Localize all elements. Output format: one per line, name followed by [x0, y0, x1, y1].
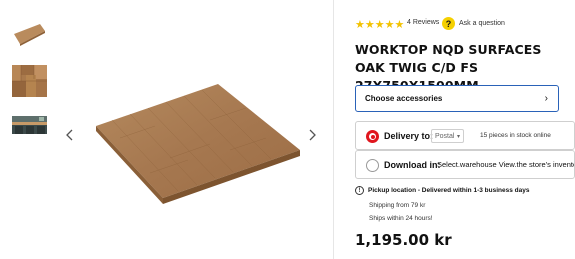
pickup-label: Pickup location - Delivered within 1-3 b… [368, 187, 530, 194]
star-icon: ★ [394, 19, 405, 31]
thumbnail-wood-texture[interactable] [12, 65, 47, 97]
postal-placeholder: Postal [435, 132, 455, 140]
chevron-down-icon: ▾ [456, 133, 460, 140]
star-icon: ★ [364, 19, 375, 31]
download-label: Download in: [384, 160, 441, 170]
star-icon: ★ [355, 19, 365, 31]
ask-question-label: Ask a question [459, 20, 505, 27]
delivery-radio[interactable] [366, 130, 379, 143]
stock-status: 15 pieces in stock online [480, 132, 551, 139]
rating-stars[interactable]: ★ ★ ★ ★ ★ [355, 19, 405, 31]
delivery-option[interactable]: Delivery to: Postal ▾ 15 pieces in stock… [355, 121, 575, 150]
choose-accessories-button[interactable]: Choose accessories › [355, 85, 559, 112]
question-icon: ? [442, 17, 455, 30]
previous-image-arrow-icon[interactable] [63, 128, 77, 142]
chevron-right-icon: › [544, 93, 548, 104]
delivery-label: Delivery to: [384, 131, 434, 141]
download-radio[interactable] [366, 159, 379, 172]
ask-question-link[interactable]: ? Ask a question [442, 17, 505, 30]
column-divider [333, 0, 334, 259]
pickup-info: ! Pickup location - Delivered within 1-3… [355, 186, 529, 195]
postal-select[interactable]: Postal ▾ [431, 129, 464, 143]
product-main-image [96, 84, 300, 204]
thumbnail-kitchen-installed[interactable] [12, 116, 47, 134]
star-icon: ★ [384, 19, 395, 31]
warehouse-selector-link[interactable]: Select.warehouse View.the store's invent… [437, 160, 574, 169]
shipping-price: Shipping from 79 kr [369, 202, 426, 209]
download-option[interactable]: Download in: Select.warehouse View.the s… [355, 150, 575, 179]
info-icon: ! [355, 186, 364, 195]
reviews-link[interactable]: 4 Reviews [407, 19, 439, 26]
ships-within: Ships within 24 hours! [369, 215, 433, 222]
next-image-arrow-icon[interactable] [305, 128, 319, 142]
product-price: 1,195.00 kr [355, 231, 452, 249]
thumbnail-worktop-angle[interactable] [12, 20, 47, 52]
accessories-label: Choose accessories [365, 94, 443, 103]
star-icon: ★ [374, 19, 385, 31]
